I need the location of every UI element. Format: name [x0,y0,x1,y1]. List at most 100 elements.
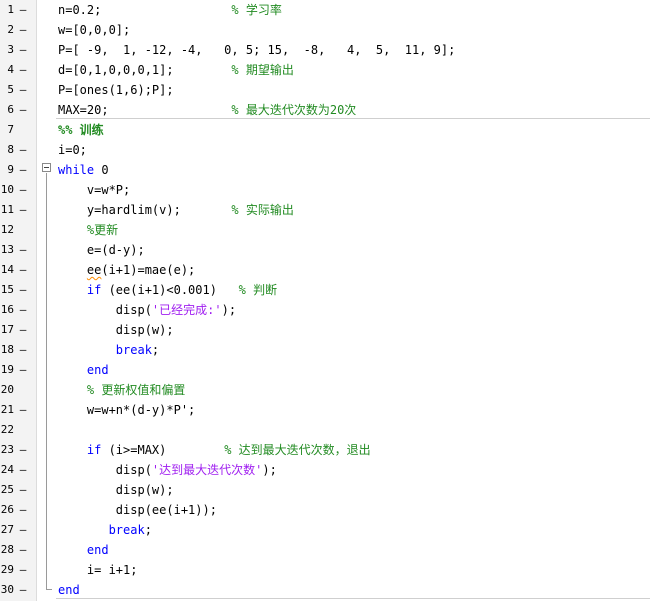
code-token: disp( [58,463,152,477]
code-line[interactable]: 27– break; [0,520,650,540]
line-number: 15 [0,283,14,296]
line-number: 14 [0,263,14,276]
keyword-token: end [58,583,80,597]
code-text: break; [58,340,159,360]
code-line[interactable]: 19– end [0,360,650,380]
code-token: (ee(i+1)<0.001) [101,283,239,297]
line-number: 30 [0,583,14,596]
code-line[interactable]: 13– e=(d-y); [0,240,650,260]
breakpoint-marker[interactable]: – [19,80,27,100]
code-text: %% 训练 [58,120,104,140]
breakpoint-marker[interactable]: – [19,540,27,560]
code-text: disp(ee(i+1)); [58,500,217,520]
code-line[interactable]: 3– P=[ -9, 1, -12, -4, 0, 5; 15, -8, 4, 5… [0,40,650,60]
code-token: i= i+1; [58,563,138,577]
code-token: MAX=20; [58,103,232,117]
code-text: e=(d-y); [58,240,145,260]
breakpoint-marker[interactable]: – [19,160,27,180]
keyword-token: if [86,443,102,457]
code-line[interactable]: 28– end [0,540,650,560]
breakpoint-marker[interactable]: – [19,460,27,480]
breakpoint-marker[interactable]: – [19,260,27,280]
code-token: (i>=MAX) [101,443,225,457]
code-token: n=0.2; [58,3,232,17]
code-text: % 更新权值和偏置 [58,380,185,400]
breakpoint-marker[interactable]: – [19,140,27,160]
breakpoint-marker[interactable]: – [19,0,27,20]
code-line[interactable]: 4– d=[0,1,0,0,0,1]; % 期望输出 [0,60,650,80]
code-line[interactable]: 11– y=hardlim(v); % 实际输出 [0,200,650,220]
code-line[interactable]: 24– disp('达到最大迭代次数'); [0,460,650,480]
code-text: if (ee(i+1)<0.001) % 判断 [58,280,277,300]
code-line[interactable]: 30– end [0,580,650,600]
breakpoint-marker[interactable]: – [19,500,27,520]
line-number: 22 [0,423,14,436]
line-number: 2 [7,23,14,36]
breakpoint-marker[interactable]: – [19,360,27,380]
keyword-token: while [58,163,95,177]
code-editor[interactable]: 1– n=0.2; % 学习率 2– w=[0,0,0]; 3– P=[ -9, 1, -… [0,0,650,601]
string-token: '达到最大迭代次数' [151,463,263,477]
code-line[interactable]: 5– P=[ones(1,6);P]; [0,80,650,100]
breakpoint-marker[interactable]: – [19,320,27,340]
code-token: d=[0,1,0,0,0,1]; [58,63,232,77]
breakpoint-marker[interactable]: – [19,60,27,80]
breakpoint-marker[interactable]: – [19,100,27,120]
code-line[interactable]: 7 %% 训练 [0,120,650,140]
code-text: v=w*P; [58,180,130,200]
line-number: 21 [0,403,14,416]
code-line[interactable]: 15– if (ee(i+1)<0.001) % 判断 [0,280,650,300]
breakpoint-marker[interactable]: – [19,280,27,300]
string-token: '已经完成:' [151,303,222,317]
breakpoint-marker[interactable]: – [19,480,27,500]
code-token: disp( [58,303,152,317]
fold-end-marker [46,589,52,590]
code-text: i=0; [58,140,87,160]
line-number: 5 [7,83,14,96]
code-line[interactable]: 20 % 更新权值和偏置 [0,380,650,400]
code-token: ; [151,343,160,357]
code-token: P=[ones(1,6);P]; [58,83,174,97]
code-line[interactable]: 29– i= i+1; [0,560,650,580]
code-token: P=[ -9, 1, -12, -4, 0, 5; 15, -8, 4, 5, … [58,43,456,57]
code-line[interactable]: 2– w=[0,0,0]; [0,20,650,40]
code-line[interactable]: 18– break; [0,340,650,360]
fold-toggle-icon[interactable] [42,163,51,172]
code-text: n=0.2; % 学习率 [58,0,282,20]
breakpoint-marker[interactable]: – [19,340,27,360]
code-line[interactable]: 21– w=w+n*(d-y)*P'; [0,400,650,420]
code-text: %更新 [58,220,118,240]
code-line[interactable]: 17– disp(w); [0,320,650,340]
code-line[interactable]: 26– disp(ee(i+1)); [0,500,650,520]
line-number: 17 [0,323,14,336]
breakpoint-marker[interactable]: – [19,400,27,420]
comment-token: % 实际输出 [231,203,294,217]
code-line[interactable]: 8– i=0; [0,140,650,160]
code-line[interactable]: 10– v=w*P; [0,180,650,200]
code-line[interactable]: 25– disp(w); [0,480,650,500]
code-line[interactable]: 9– while 0 [0,160,650,180]
breakpoint-marker[interactable]: – [19,520,27,540]
code-line[interactable]: 22 [0,420,650,440]
code-line[interactable]: 1– n=0.2; % 学习率 [0,0,650,20]
comment-token: % 最大迭代次数为20次 [231,103,357,117]
line-number: 28 [0,543,14,556]
breakpoint-marker[interactable]: – [19,180,27,200]
code-line[interactable]: 14– ee(i+1)=mae(e); [0,260,650,280]
breakpoint-marker[interactable]: – [19,40,27,60]
code-line[interactable]: 16– disp('已经完成:'); [0,300,650,320]
breakpoint-marker[interactable]: – [19,560,27,580]
breakpoint-marker[interactable]: – [19,200,27,220]
code-line[interactable]: 6– MAX=20; % 最大迭代次数为20次 [0,100,650,120]
breakpoint-marker[interactable]: – [19,20,27,40]
line-number: 20 [0,383,14,396]
line-number: 25 [0,483,14,496]
breakpoint-marker[interactable]: – [19,300,27,320]
breakpoint-marker[interactable]: – [19,240,27,260]
code-line[interactable]: 23– if (i>=MAX) % 达到最大迭代次数，退出 [0,440,650,460]
code-line[interactable]: 12 %更新 [0,220,650,240]
breakpoint-marker[interactable]: – [19,580,27,600]
breakpoint-marker[interactable]: – [19,440,27,460]
